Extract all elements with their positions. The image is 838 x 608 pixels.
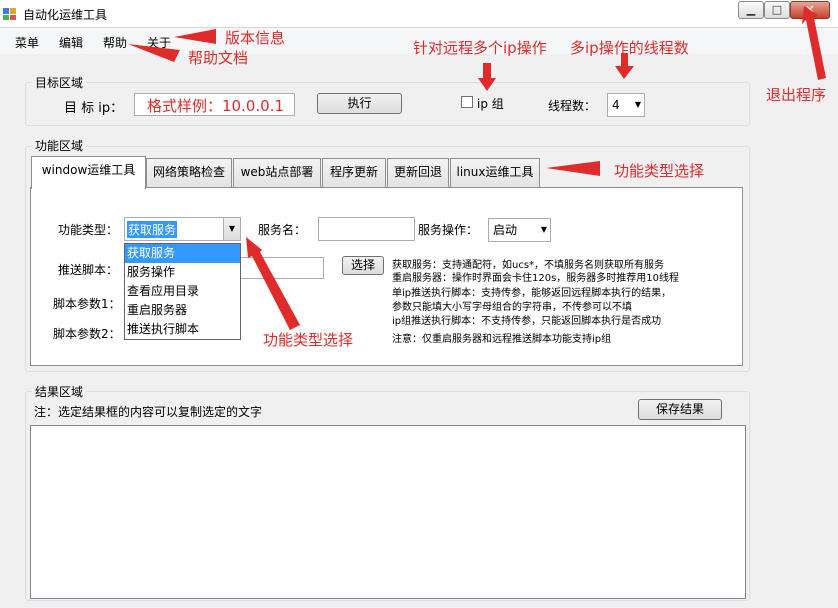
target-ip-input[interactable]: 格式样例：10.0.0.1 <box>134 93 295 116</box>
tab-web-deploy[interactable]: web站点部署 <box>233 158 321 187</box>
function-group-title: 功能区域 <box>32 137 87 154</box>
service-op-select[interactable]: 启动 ▼ <box>488 218 551 242</box>
annotation-thread-count: 多ip操作的线程数 <box>570 39 689 57</box>
param2-label: 脚本参数2： <box>53 327 121 341</box>
threads-label: 线程数： <box>548 99 597 113</box>
help-text-line: 注意：仅重启服务器和远程推送脚本功能支持ip组 <box>392 334 612 345</box>
result-note: 注：选定结果框的内容可以复制选定的文字 <box>34 405 263 419</box>
ip-group-label: ip 组 <box>477 97 504 111</box>
close-icon: ✕ <box>805 3 815 16</box>
annotation-help-doc: 帮助文档 <box>188 49 249 67</box>
maximize-icon: □ <box>771 3 783 16</box>
annotation-exit-program: 退出程序 <box>766 86 827 104</box>
help-text-line: 单ip推送执行脚本：支持传参，能够返回远程脚本执行的结果， <box>392 288 672 299</box>
help-text-line: 重启服务器：操作时界面会卡住120s，服务器多时推荐用10线程 <box>392 273 680 284</box>
dropdown-option[interactable]: 获取服务 <box>125 244 240 263</box>
run-button[interactable]: 执行 <box>317 93 402 114</box>
service-op-value: 启动 <box>493 223 518 237</box>
result-group-title: 结果区域 <box>32 383 87 400</box>
target-group-title: 目标区域 <box>32 74 87 91</box>
app-icon <box>3 7 17 21</box>
help-text-line: 参数只能填大小写字母组合的字符串，不传参可以不填 <box>392 302 632 313</box>
result-textbox[interactable] <box>30 425 746 599</box>
title-bar <box>0 0 838 28</box>
function-type-value: 获取服务 <box>127 221 178 238</box>
menu-item-about[interactable]: 关于 <box>147 34 171 51</box>
menu-item-help[interactable]: 帮助 <box>103 34 127 51</box>
menu-item-menu[interactable]: 菜单 <box>15 34 39 51</box>
maximize-button[interactable]: □ <box>764 1 790 19</box>
service-name-label: 服务名： <box>258 223 307 237</box>
function-type-dropdown: 获取服务 服务操作 查看应用目录 重启服务器 推送执行脚本 <box>124 243 241 340</box>
chevron-down-icon: ▼ <box>223 218 240 240</box>
menu-item-edit[interactable]: 编辑 <box>59 34 83 51</box>
tab-network-policy[interactable]: 网络策略检查 <box>146 158 232 187</box>
annotation-version-info: 版本信息 <box>225 29 286 47</box>
dropdown-option[interactable]: 服务操作 <box>125 263 240 282</box>
target-ip-label: 目 标 ip： <box>64 101 124 116</box>
tab-update-rollback[interactable]: 更新回退 <box>387 158 449 187</box>
param1-label: 脚本参数1： <box>53 297 121 311</box>
tab-program-update[interactable]: 程序更新 <box>322 158 386 187</box>
target-ip-placeholder: 格式样例：10.0.0.1 <box>147 97 285 115</box>
chevron-down-icon: ▼ <box>634 100 641 109</box>
minimize-icon: ▁ <box>746 3 756 16</box>
tab-linux-tools[interactable]: linux运维工具 <box>450 158 540 187</box>
threads-select[interactable]: 4 ▼ <box>607 93 645 117</box>
save-result-button[interactable]: 保存结果 <box>638 399 722 420</box>
service-op-label: 服务操作： <box>418 223 479 237</box>
window-title: 自动化运维工具 <box>23 8 108 22</box>
push-script-input[interactable] <box>240 257 324 279</box>
push-script-label: 推送脚本： <box>58 263 119 277</box>
dropdown-option[interactable]: 推送执行脚本 <box>125 320 240 339</box>
threads-select-value: 4 <box>612 98 620 112</box>
help-text-line: ip组推送执行脚本：不支持传参，只能返回脚本执行是否成功 <box>392 316 662 327</box>
annotation-function-type-combo: 功能类型选择 <box>263 331 354 349</box>
close-button[interactable]: ✕ <box>790 1 830 19</box>
chevron-down-icon: ▼ <box>540 225 547 234</box>
dropdown-option[interactable]: 重启服务器 <box>125 301 240 320</box>
minimize-button[interactable]: ▁ <box>738 1 764 19</box>
dropdown-option[interactable]: 查看应用目录 <box>125 282 240 301</box>
function-type-label: 功能类型： <box>58 223 119 237</box>
function-type-select[interactable]: 获取服务 ▼ <box>124 217 241 241</box>
service-name-input[interactable] <box>318 217 415 241</box>
annotation-function-type-tabs: 功能类型选择 <box>614 162 705 180</box>
annotation-remote-multi-ip: 针对远程多个ip操作 <box>413 39 547 57</box>
select-script-button[interactable]: 选择 <box>342 256 384 275</box>
ip-group-checkbox[interactable] <box>461 96 473 108</box>
tab-windows-tools[interactable]: window运维工具 <box>31 156 146 189</box>
